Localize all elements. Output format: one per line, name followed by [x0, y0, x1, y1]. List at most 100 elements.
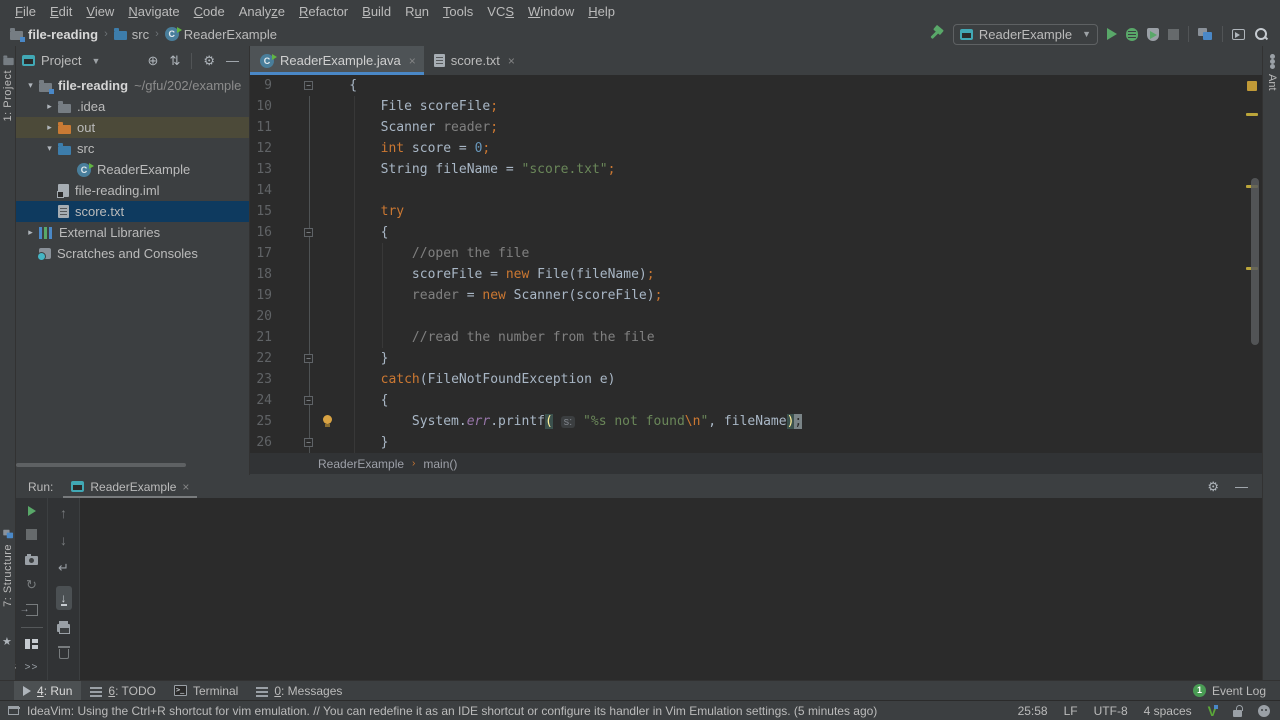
code-line-17[interactable]: 17 //open the file	[250, 243, 1262, 264]
hide-icon[interactable]: —	[1235, 480, 1248, 493]
chevron-right-icon[interactable]: ▸	[41, 101, 58, 112]
code-line-13[interactable]: 13 String fileName = "score.txt";	[250, 159, 1262, 180]
more-options-icon[interactable]: >>	[25, 662, 39, 673]
menu-tools[interactable]: Tools	[436, 4, 480, 19]
tree-item-out[interactable]: ▸out	[16, 117, 249, 138]
code-line-12[interactable]: 12 int score = 0;	[250, 138, 1262, 159]
stripe-structure-button[interactable]: 7: Structure	[2, 544, 14, 607]
code-line-15[interactable]: 15 try	[250, 201, 1262, 222]
fold-marker-icon[interactable]: −	[304, 354, 313, 363]
line-separator[interactable]: LF	[1064, 704, 1078, 718]
debug-button[interactable]	[1126, 28, 1138, 41]
code-line-26[interactable]: 26− }	[250, 432, 1262, 453]
fold-marker-icon[interactable]: −	[304, 81, 313, 90]
chevron-down-icon[interactable]: ▼	[91, 56, 100, 66]
menu-analyze[interactable]: Analyze	[232, 4, 292, 19]
toolwindow-tab-6: TODO[interactable]: 6: TODO	[81, 681, 165, 701]
run-tab[interactable]: ReaderExample ×	[63, 475, 197, 498]
code-line-21[interactable]: 21 //read the number from the file	[250, 327, 1262, 348]
tree-item-Scratches and Consoles[interactable]: Scratches and Consoles	[16, 243, 249, 264]
code-line-10[interactable]: 10 File scoreFile;	[250, 96, 1262, 117]
code-line-23[interactable]: 23 catch(FileNotFoundException e)	[250, 369, 1262, 390]
close-icon[interactable]: ×	[182, 480, 189, 494]
highlighting-level-icon[interactable]	[1258, 705, 1270, 717]
soft-wrap-icon[interactable]: ↵	[58, 560, 69, 576]
chevron-down-icon[interactable]: ▾	[22, 80, 39, 91]
toolwindow-toggle-icon[interactable]	[8, 706, 19, 715]
close-icon[interactable]: ×	[508, 54, 515, 68]
stop-button[interactable]	[26, 529, 37, 540]
inspection-status-square[interactable]	[1247, 81, 1257, 91]
breadcrumb-item[interactable]: src	[114, 27, 149, 42]
stop-button[interactable]	[1168, 29, 1179, 40]
vim-icon[interactable]: V	[1208, 704, 1217, 718]
chevron-right-icon[interactable]: ▸	[41, 122, 58, 133]
menu-run[interactable]: Run	[398, 4, 436, 19]
indent-setting[interactable]: 4 spaces	[1144, 704, 1192, 718]
event-log-button[interactable]: 1 Event Log	[1193, 684, 1280, 698]
run-console-output[interactable]	[80, 498, 1262, 680]
vertical-scrollbar[interactable]	[1251, 178, 1259, 345]
run-with-coverage-button[interactable]	[1147, 28, 1159, 41]
clear-all-icon[interactable]	[59, 649, 69, 659]
gear-icon[interactable]: ⚙	[1207, 480, 1219, 493]
code-line-24[interactable]: 24− {	[250, 390, 1262, 411]
attach-icon[interactable]	[26, 604, 38, 616]
code-line-18[interactable]: 18 scoreFile = new File(fileName);	[250, 264, 1262, 285]
fold-marker-icon[interactable]: −	[304, 438, 313, 447]
down-stack-trace-icon[interactable]: ↓	[60, 533, 67, 547]
code-line-25[interactable]: 25 System.err.printf( s: "%s not found\n…	[250, 411, 1262, 432]
locate-icon[interactable]: ⊕	[148, 54, 159, 67]
tree-item-src[interactable]: ▾src	[16, 138, 249, 159]
file-encoding[interactable]: UTF-8	[1094, 704, 1128, 718]
code-line-19[interactable]: 19 reader = new Scanner(scoreFile);	[250, 285, 1262, 306]
run-configuration-select[interactable]: ReaderExample ▼	[953, 24, 1098, 45]
horizontal-scrollbar[interactable]	[16, 463, 186, 467]
tree-item-file-reading[interactable]: ▾file-reading~/gfu/202/example	[16, 75, 249, 96]
project-structure-icon[interactable]	[1198, 28, 1213, 40]
tree-item-External Libraries[interactable]: ▸External Libraries	[16, 222, 249, 243]
scroll-to-end-button[interactable]: ↓	[56, 586, 72, 610]
menu-window[interactable]: Window	[521, 4, 581, 19]
fold-marker-icon[interactable]: −	[304, 228, 313, 237]
tree-item-.idea[interactable]: ▸.idea	[16, 96, 249, 117]
menu-file[interactable]: File	[8, 4, 43, 19]
toolwindow-tab-4: Run[interactable]: 4: Run	[14, 681, 81, 701]
menu-view[interactable]: View	[79, 4, 121, 19]
restore-layout-icon[interactable]	[25, 639, 38, 649]
print-icon[interactable]	[57, 624, 70, 632]
restart-icon[interactable]: ↻	[26, 578, 37, 591]
tree-item-score.txt[interactable]: score.txt	[16, 201, 249, 222]
editor-tab-ReaderExample.java[interactable]: ReaderExample.java×	[250, 46, 424, 75]
run-button[interactable]	[1107, 28, 1117, 40]
breadcrumb-item[interactable]: file-reading	[10, 27, 98, 42]
menu-code[interactable]: Code	[187, 4, 232, 19]
menu-vcs[interactable]: VCS	[480, 4, 521, 19]
breadcrumb-item[interactable]: ReaderExample	[165, 27, 277, 42]
search-everywhere-icon[interactable]	[1254, 27, 1268, 41]
menu-build[interactable]: Build	[355, 4, 398, 19]
close-icon[interactable]: ×	[409, 54, 416, 68]
build-hammer-icon[interactable]	[929, 27, 944, 42]
code-line-9[interactable]: 9− {	[250, 75, 1262, 96]
rerun-button[interactable]	[28, 506, 36, 516]
warning-stripe-mark[interactable]	[1246, 113, 1258, 116]
project-title[interactable]: Project	[41, 53, 81, 68]
stripe-ant-button[interactable]: Ant	[1266, 74, 1278, 91]
stripe-project-button[interactable]: 1: Project	[2, 70, 14, 121]
menu-help[interactable]: Help	[581, 4, 622, 19]
hide-icon[interactable]: —	[226, 54, 239, 67]
fold-marker-icon[interactable]: −	[304, 396, 313, 405]
code-line-22[interactable]: 22− }	[250, 348, 1262, 369]
menu-edit[interactable]: Edit	[43, 4, 79, 19]
tree-item-file-reading.iml[interactable]: file-reading.iml	[16, 180, 249, 201]
code-editor[interactable]: 9− {10 File scoreFile;11 Scanner reader;…	[250, 75, 1262, 453]
code-line-16[interactable]: 16− {	[250, 222, 1262, 243]
editor-tab-score.txt[interactable]: score.txt×	[424, 46, 523, 75]
code-line-11[interactable]: 11 Scanner reader;	[250, 117, 1262, 138]
up-stack-trace-icon[interactable]: ↑	[60, 506, 67, 520]
breadcrumb-class[interactable]: ReaderExample	[318, 457, 404, 471]
chevron-right-icon[interactable]: ▸	[22, 227, 39, 238]
intention-bulb-icon[interactable]	[323, 415, 332, 424]
thread-dump-icon[interactable]	[25, 556, 38, 565]
